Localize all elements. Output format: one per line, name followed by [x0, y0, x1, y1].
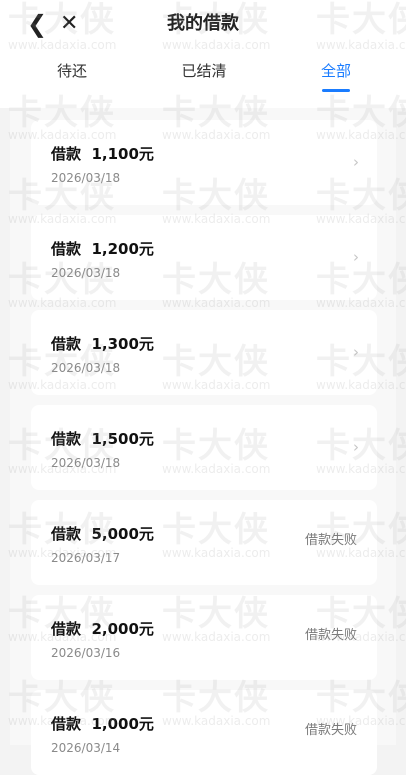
loan-amount: 1,100元: [91, 145, 154, 163]
loan-card[interactable]: 借款 1,300元 2026/03/18 ›: [31, 310, 377, 395]
loan-amount: 1,500元: [91, 430, 154, 448]
page-title: 我的借款: [167, 13, 239, 34]
loan-title: 借款 1,200元: [51, 240, 154, 258]
tab-all-label: 全部: [320, 62, 351, 80]
loan-amount: 5,000元: [91, 525, 154, 543]
loan-title: 借款 1,300元: [51, 335, 154, 353]
top-bar: ❮ ✕ 我的借款 待还 已结清 全部: [0, 0, 406, 108]
loan-status: 借款失败: [304, 723, 357, 738]
loan-title: 借款 2,000元: [51, 620, 154, 638]
tab-all[interactable]: 全部: [286, 60, 386, 92]
loan-date: 2026/03/14: [51, 741, 121, 755]
loan-status: 借款失败: [304, 628, 357, 643]
loan-card[interactable]: 借款 5,000元 2026/03/17 借款失败: [31, 500, 377, 585]
loan-card[interactable]: 借款 1,100元 2026/03/18 ›: [31, 120, 377, 205]
loan-amount: 1,200元: [91, 240, 154, 258]
chevron-right-icon: ›: [353, 343, 359, 361]
chevron-right-icon: ›: [353, 438, 359, 456]
loan-title: 借款 5,000元: [51, 525, 154, 543]
loan-card[interactable]: 借款 1,500元 2026/03/18 ›: [31, 405, 377, 490]
loan-date: 2026/03/16: [51, 646, 121, 660]
loan-date: 2026/03/18: [51, 171, 121, 185]
loan-status: 借款失败: [304, 533, 357, 548]
loan-title: 借款 1,500元: [51, 430, 154, 448]
chevron-right-icon: ›: [353, 248, 359, 266]
loan-amount: 1,300元: [91, 335, 154, 353]
loan-card[interactable]: 借款 1,000元 2026/03/14 借款失败: [31, 690, 377, 775]
tab-bar: 待还 已结清 全部: [0, 60, 406, 100]
loan-card[interactable]: 借款 1,200元 2026/03/18 ›: [31, 215, 377, 300]
loan-amount: 2,000元: [91, 620, 154, 638]
loan-date: 2026/03/18: [51, 266, 121, 280]
loan-title: 借款 1,000元: [51, 715, 154, 733]
loan-title: 借款 1,100元: [51, 145, 154, 163]
loan-date: 2026/03/18: [51, 361, 121, 375]
loan-date: 2026/03/18: [51, 456, 121, 470]
loan-list[interactable]: 借款 1,100元 2026/03/18 › 借款 1,200元 2026/03…: [10, 108, 396, 775]
loan-card[interactable]: 借款 2,000元 2026/03/16 借款失败: [31, 595, 377, 680]
loan-date: 2026/03/17: [51, 551, 121, 565]
active-tab-indicator: [322, 89, 350, 92]
chevron-right-icon: ›: [353, 153, 359, 171]
tab-pending[interactable]: 待还: [22, 60, 122, 82]
tab-settled[interactable]: 已结清: [154, 60, 254, 82]
loan-amount: 1,000元: [91, 715, 154, 733]
